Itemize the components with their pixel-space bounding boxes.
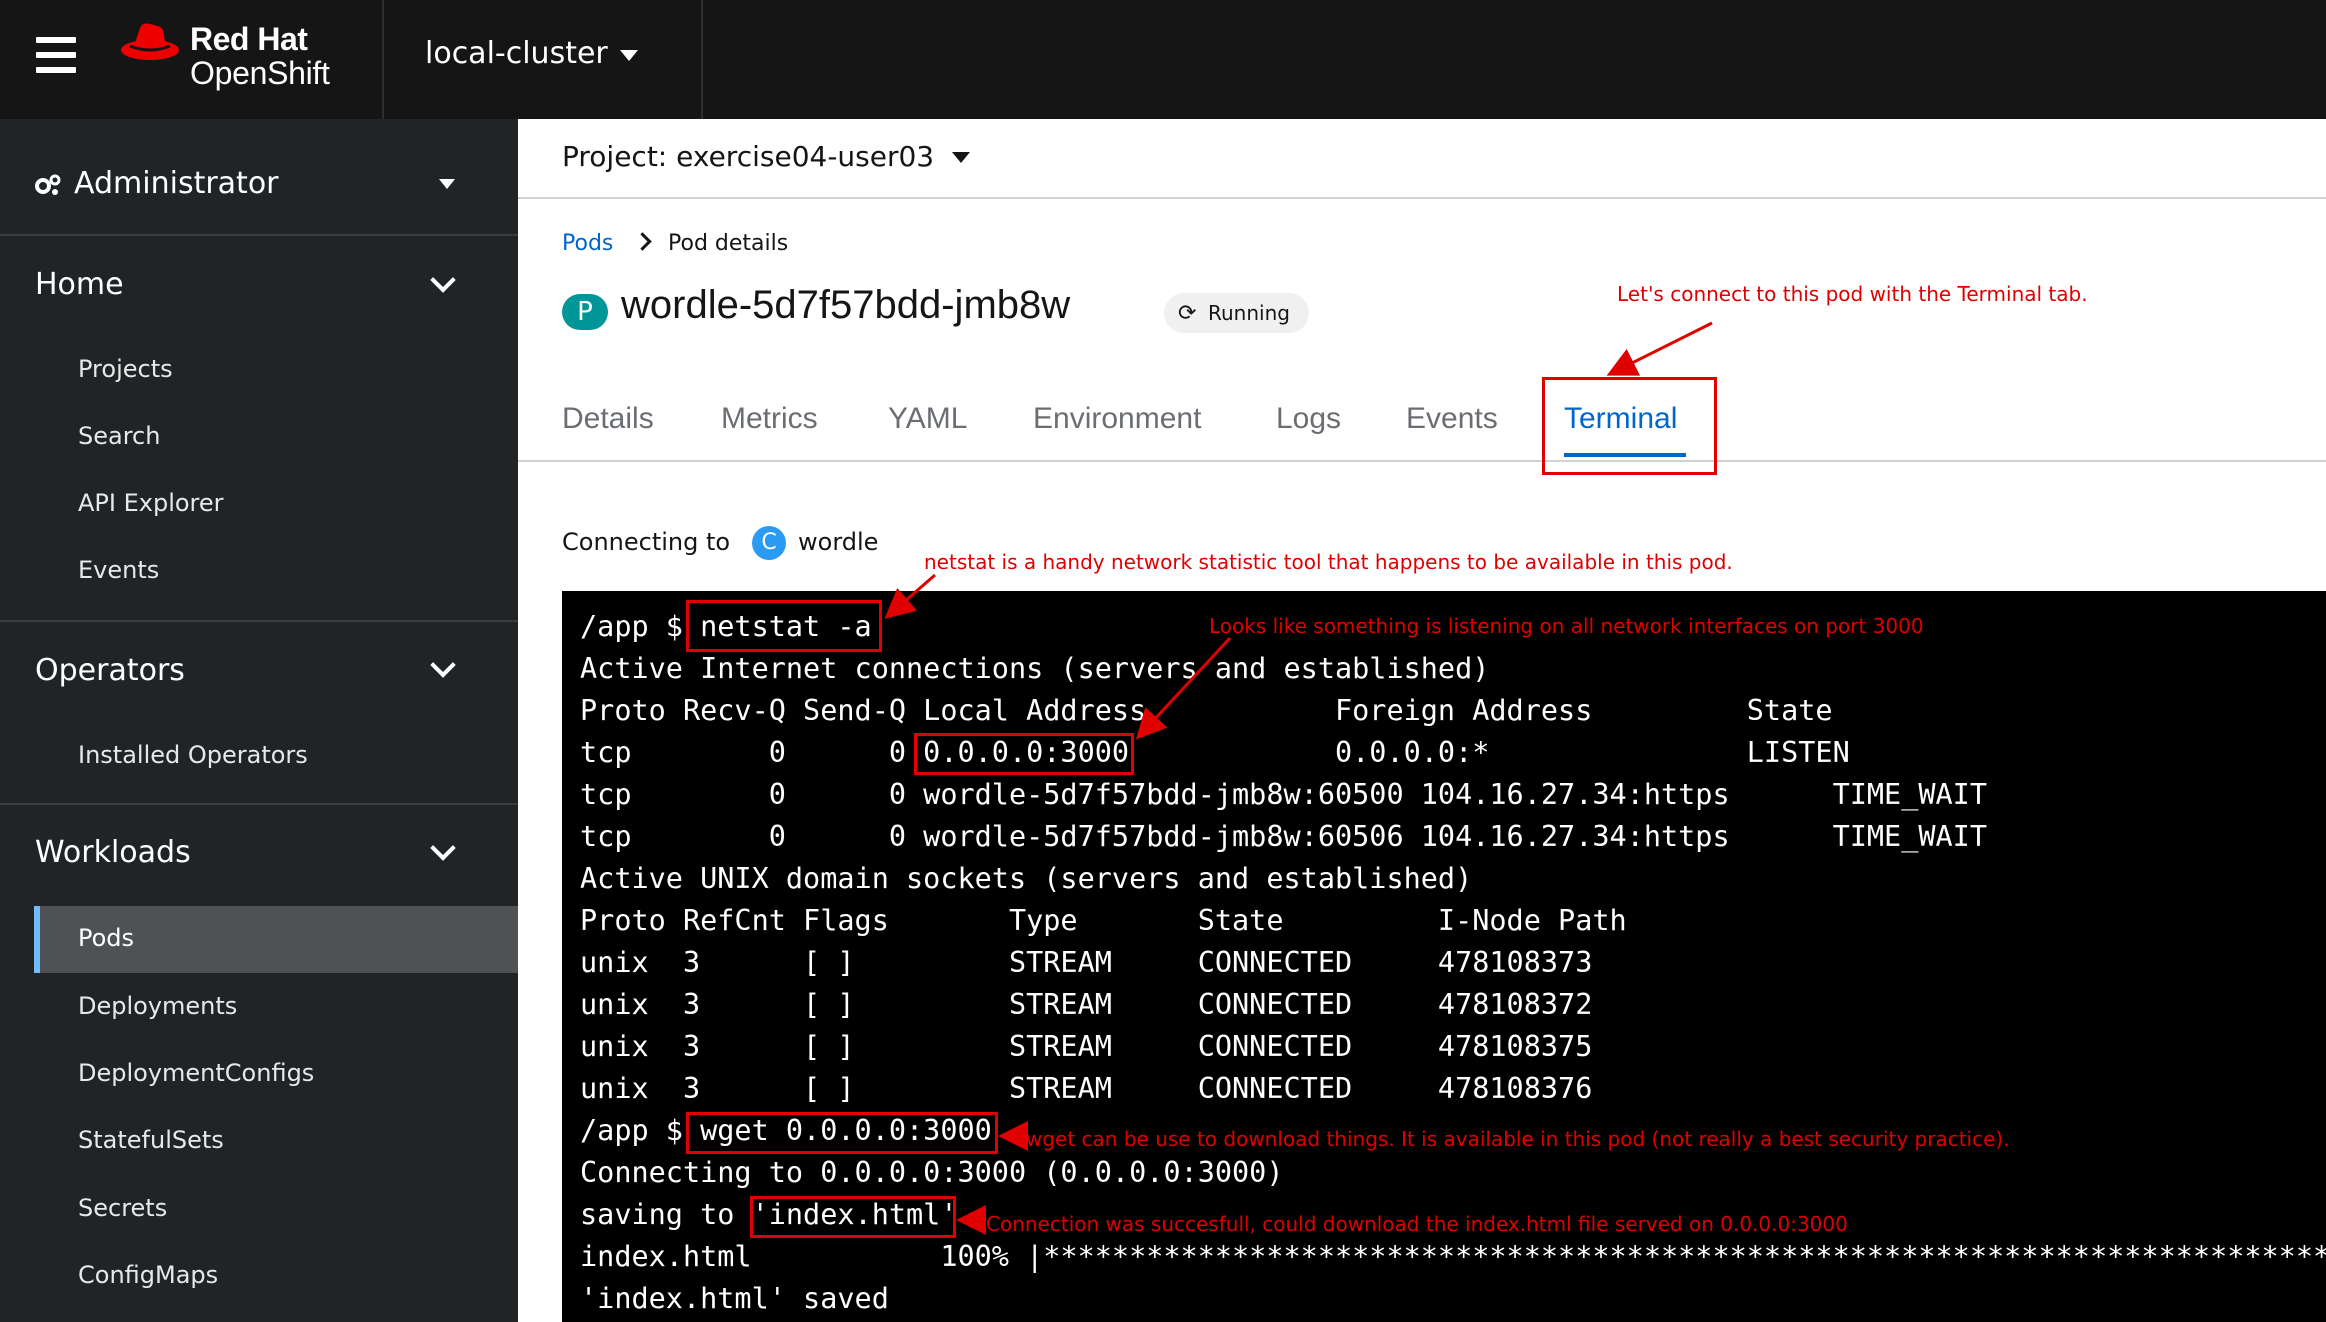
- arrow-to-netstat: [884, 573, 936, 619]
- arrow-to-listen-address: [1135, 636, 1232, 740]
- arrow-to-terminal-tab: [1606, 321, 1713, 376]
- annotation-arrows: [884, 321, 1713, 1235]
